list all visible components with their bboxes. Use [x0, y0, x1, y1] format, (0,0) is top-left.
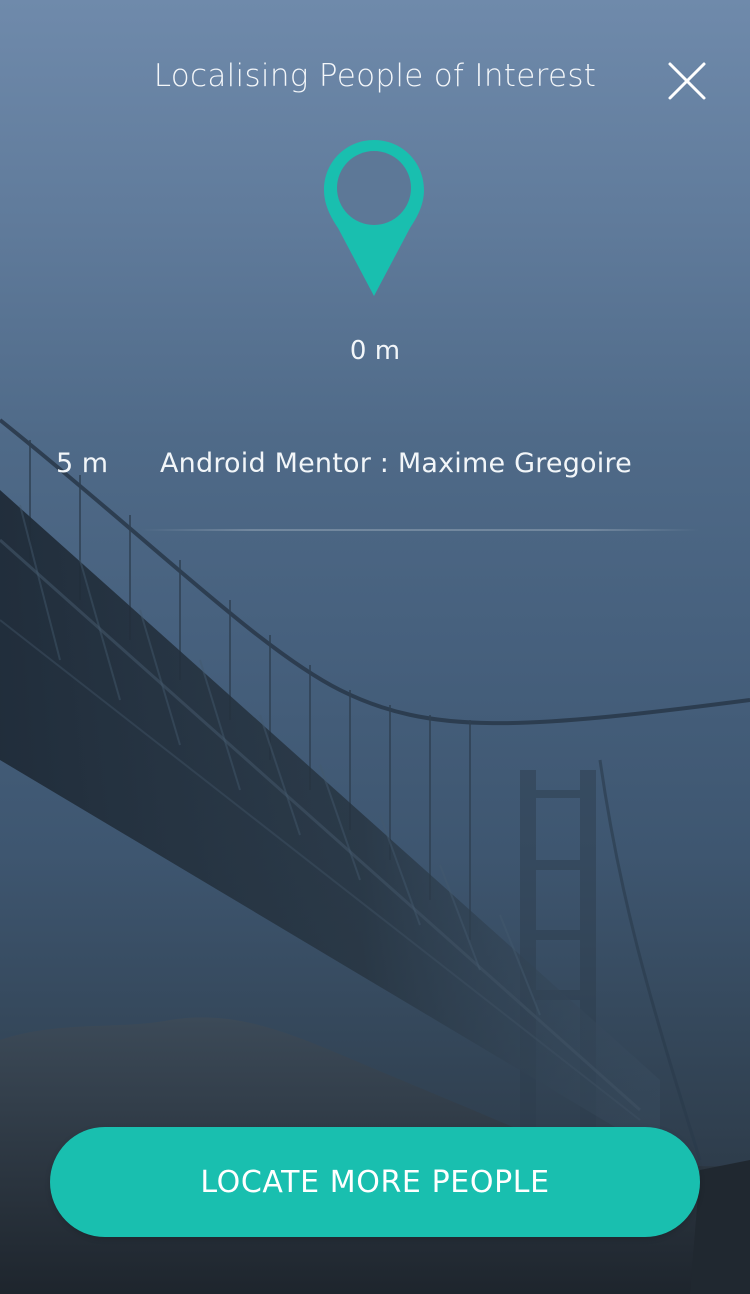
- person-name: Android Mentor : Maxime Gregoire: [160, 448, 632, 479]
- close-icon: [668, 62, 706, 100]
- localising-screen: Localising People of Interest 0 m 5 m An…: [0, 0, 750, 1294]
- row-divider: [140, 529, 700, 531]
- origin-distance-label: 0 m: [349, 336, 401, 366]
- locate-more-people-button[interactable]: LOCATE MORE PEOPLE: [50, 1127, 700, 1237]
- person-distance: 5 m: [56, 448, 109, 479]
- page-title: Localising People of Interest: [153, 58, 597, 94]
- map-pin-icon: [322, 138, 426, 298]
- list-item[interactable]: 5 m Android Mentor : Maxime Gregoire: [0, 440, 750, 532]
- close-button[interactable]: [662, 56, 712, 106]
